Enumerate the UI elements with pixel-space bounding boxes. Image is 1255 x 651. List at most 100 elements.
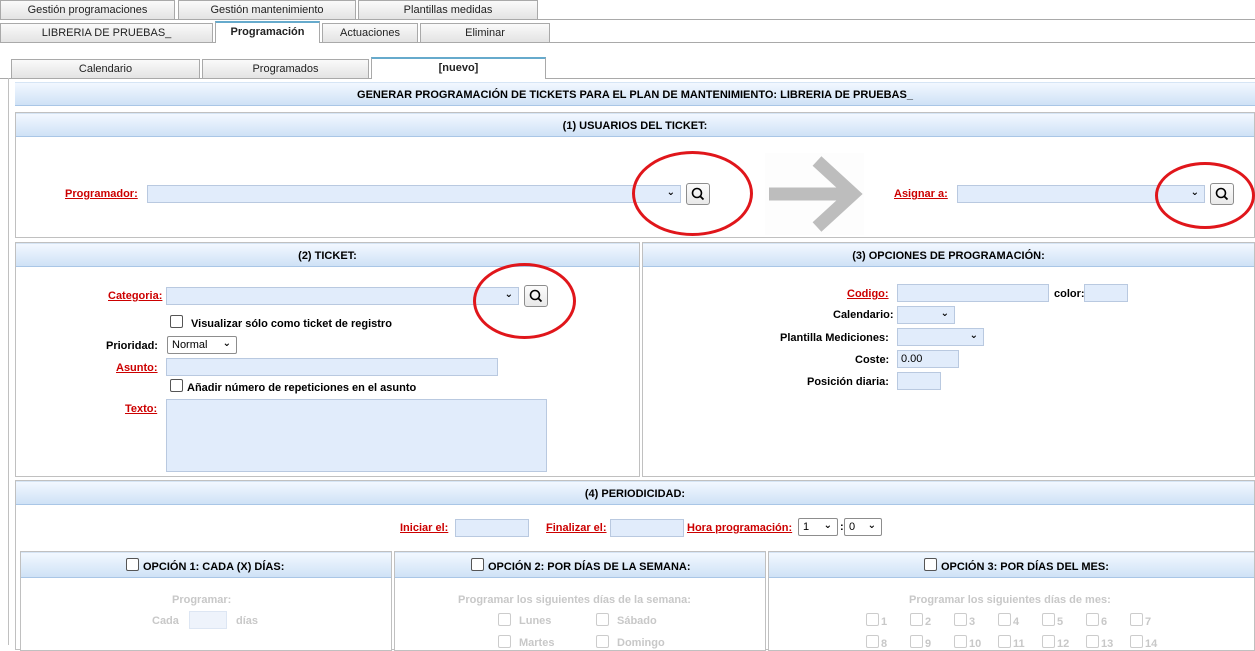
iniciar-input[interactable] bbox=[455, 519, 529, 537]
chevron-down-icon: ⌄ bbox=[969, 330, 978, 341]
opcion2-title: OPCIÓN 2: POR DÍAS DE LA SEMANA: bbox=[488, 561, 691, 573]
opcion3-programar: Programar los siguientes días de mes: bbox=[909, 594, 1111, 606]
asunto-input[interactable] bbox=[166, 358, 498, 376]
finalizar-input[interactable] bbox=[610, 519, 684, 537]
tab-gestion-programaciones[interactable]: Gestión programaciones bbox=[0, 0, 175, 20]
codigo-label: Codigo: bbox=[847, 288, 889, 300]
opcion1-title: OPCIÓN 1: CADA (X) DÍAS: bbox=[143, 561, 285, 573]
monthday-label: 6 bbox=[1101, 616, 1108, 628]
calendario-select[interactable]: ⌄ bbox=[897, 306, 955, 324]
tab-libreria-de-pruebas[interactable]: LIBRERIA DE PRUEBAS_ bbox=[0, 23, 213, 43]
plantilla-select[interactable]: ⌄ bbox=[897, 328, 984, 346]
opcion1-cada: Cada bbox=[152, 615, 179, 627]
weekday-checkbox[interactable] bbox=[498, 613, 511, 626]
monthday-checkbox[interactable] bbox=[1086, 613, 1099, 626]
chevron-down-icon: ⌄ bbox=[222, 338, 231, 349]
prioridad-value: Normal bbox=[172, 339, 208, 351]
tab-nuevo[interactable]: [nuevo] bbox=[371, 57, 546, 79]
coste-input[interactable]: 0.00 bbox=[897, 350, 959, 368]
monthday-checkbox[interactable] bbox=[998, 635, 1011, 648]
calendario-label: Calendario: bbox=[833, 309, 894, 321]
iniciar-label: Iniciar el: bbox=[400, 522, 449, 534]
opcion1-programar: Programar: bbox=[172, 594, 232, 606]
monthday-label: 13 bbox=[1101, 638, 1114, 650]
codigo-input[interactable] bbox=[897, 284, 1049, 302]
posicion-input[interactable] bbox=[897, 372, 941, 390]
annotation-ring-categoria bbox=[473, 263, 576, 339]
tab-programados[interactable]: Programados bbox=[202, 59, 369, 79]
weekday-checkbox[interactable] bbox=[596, 635, 609, 648]
prioridad-label: Prioridad: bbox=[106, 340, 158, 352]
monthday-label: 14 bbox=[1145, 638, 1158, 650]
prioridad-select[interactable]: Normal ⌄ bbox=[167, 336, 237, 354]
monthday-checkbox[interactable] bbox=[910, 613, 923, 626]
posicion-label: Posición diaria: bbox=[807, 376, 889, 388]
tab-calendario[interactable]: Calendario bbox=[11, 59, 200, 79]
programador-select[interactable]: ⌄ bbox=[147, 185, 681, 203]
coste-label: Coste: bbox=[855, 354, 890, 366]
monthday-checkbox[interactable] bbox=[954, 613, 967, 626]
monthday-checkbox[interactable] bbox=[910, 635, 923, 648]
categoria-label: Categoria: bbox=[108, 290, 163, 302]
weekday-checkbox[interactable] bbox=[596, 613, 609, 626]
categoria-select[interactable]: ⌄ bbox=[166, 287, 519, 305]
monthday-checkbox[interactable] bbox=[954, 635, 967, 648]
monthday-checkbox[interactable] bbox=[1086, 635, 1099, 648]
tab-plantillas-medidas[interactable]: Plantillas medidas bbox=[358, 0, 538, 20]
monthday-checkbox[interactable] bbox=[1130, 635, 1143, 648]
weekday-label: Sábado bbox=[617, 615, 657, 627]
tab-gestion-mantenimiento[interactable]: Gestión mantenimiento bbox=[178, 0, 356, 20]
weekday-label: Martes bbox=[519, 637, 555, 649]
section-usuarios-title: (1) USUARIOS DEL TICKET: bbox=[16, 113, 1254, 137]
opcion2-checkbox[interactable] bbox=[471, 558, 484, 571]
monthday-label: 11 bbox=[1013, 638, 1025, 650]
monthday-label: 12 bbox=[1057, 638, 1070, 650]
weekday-label: Domingo bbox=[617, 637, 665, 649]
monthday-label: 2 bbox=[925, 616, 932, 628]
chevron-down-icon: ⌄ bbox=[940, 308, 949, 319]
texto-textarea[interactable] bbox=[166, 399, 547, 472]
tab-programacion[interactable]: Programación bbox=[215, 21, 320, 43]
chevron-down-icon: ⌄ bbox=[867, 520, 876, 531]
chevron-down-icon: ⌄ bbox=[823, 520, 832, 531]
hora-select[interactable]: 1 ⌄ bbox=[798, 518, 838, 536]
asignar-label: Asignar a: bbox=[894, 188, 948, 200]
annotation-ring-asignar bbox=[1155, 162, 1255, 229]
monthday-label: 4 bbox=[1013, 616, 1020, 628]
asunto-label: Asunto: bbox=[116, 362, 158, 374]
section-periodicidad-title: (4) PERIODICIDAD: bbox=[16, 481, 1254, 505]
weekday-checkbox[interactable] bbox=[498, 635, 511, 648]
minuto-value: 0 bbox=[849, 521, 856, 533]
arrow-right-icon bbox=[765, 153, 864, 235]
tab-actuaciones[interactable]: Actuaciones bbox=[322, 23, 418, 43]
visualizar-checkbox[interactable] bbox=[170, 315, 183, 328]
opcion3-checkbox[interactable] bbox=[924, 558, 937, 571]
plantilla-label: Plantilla Mediciones: bbox=[780, 332, 889, 344]
section-opciones-title: (3) OPCIONES DE PROGRAMACIÓN: bbox=[643, 243, 1254, 267]
color-label: color: bbox=[1054, 288, 1085, 300]
main-title-panel: GENERAR PROGRAMACIÓN DE TICKETS PARA EL … bbox=[15, 82, 1255, 108]
opcion1-dias: días bbox=[236, 615, 259, 627]
texto-label: Texto: bbox=[125, 403, 158, 415]
color-input[interactable] bbox=[1084, 284, 1128, 302]
monthday-label: 10 bbox=[969, 638, 982, 650]
anadir-checkbox[interactable] bbox=[170, 379, 183, 392]
annotation-ring-programador bbox=[632, 151, 753, 236]
main-title: GENERAR PROGRAMACIÓN DE TICKETS PARA EL … bbox=[15, 82, 1255, 106]
monthday-checkbox[interactable] bbox=[1130, 613, 1143, 626]
monthday-checkbox[interactable] bbox=[866, 613, 879, 626]
monthday-checkbox[interactable] bbox=[1042, 613, 1055, 626]
section-ticket-title: (2) TICKET: bbox=[16, 243, 639, 267]
opcion1-dias-input[interactable] bbox=[189, 611, 227, 629]
monthday-checkbox[interactable] bbox=[998, 613, 1011, 626]
finalizar-label: Finalizar el: bbox=[546, 522, 607, 534]
opcion1-checkbox[interactable] bbox=[126, 558, 139, 571]
monthday-label: 9 bbox=[925, 638, 932, 650]
monthday-label: 5 bbox=[1057, 616, 1064, 628]
tab-eliminar[interactable]: Eliminar bbox=[420, 23, 550, 43]
minuto-select[interactable]: 0 ⌄ bbox=[844, 518, 882, 536]
opcion2-programar: Programar los siguientes días de la sema… bbox=[458, 594, 691, 606]
monthday-checkbox[interactable] bbox=[866, 635, 879, 648]
monthday-checkbox[interactable] bbox=[1042, 635, 1055, 648]
opcion3-title: OPCIÓN 3: POR DÍAS DEL MES: bbox=[941, 561, 1109, 573]
